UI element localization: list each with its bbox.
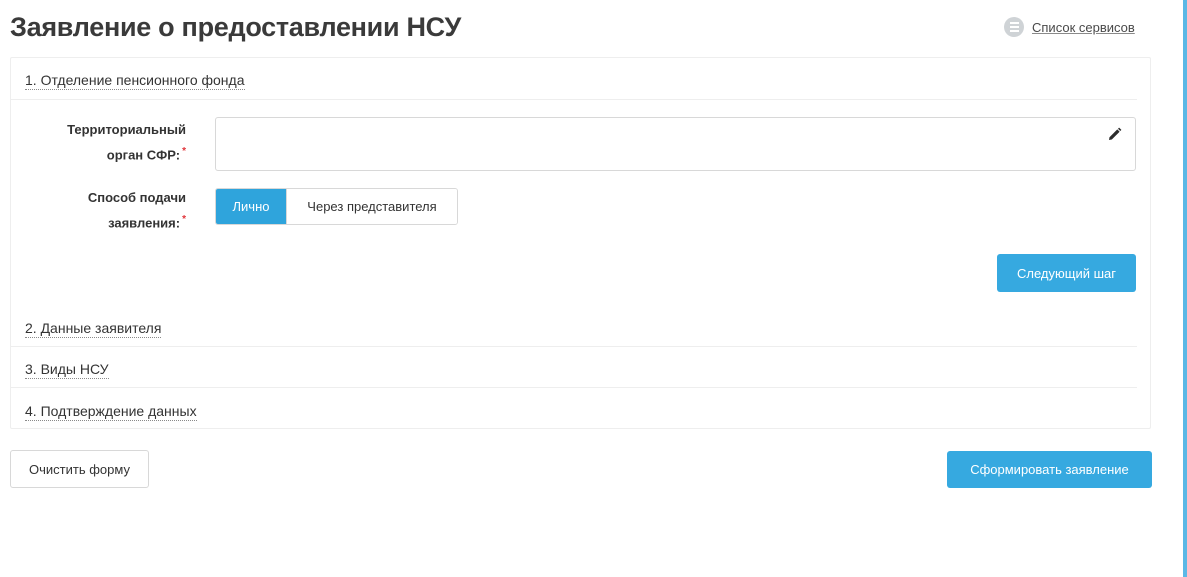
- option-in-person[interactable]: Лично: [216, 189, 286, 224]
- next-step-button[interactable]: Следующий шаг: [997, 254, 1136, 292]
- territory-label-line2: орган СФР:: [106, 147, 181, 163]
- section-header-applicant-data[interactable]: 2. Данные заявителя: [25, 319, 162, 338]
- section-header-pension-office[interactable]: 1. Отделение пенсионного фонда: [25, 71, 245, 90]
- right-edge-bar: [1183, 0, 1187, 577]
- page-title: Заявление о предоставлении НСУ: [10, 12, 462, 42]
- list-icon: [1004, 17, 1024, 37]
- pencil-icon[interactable]: [1105, 126, 1123, 144]
- territory-input[interactable]: [215, 117, 1136, 171]
- required-marker: *: [182, 214, 186, 225]
- submission-label-line2: заявления:: [108, 215, 181, 231]
- section-divider: [11, 99, 1137, 100]
- section-header-data-confirmation[interactable]: 4. Подтверждение данных: [25, 402, 197, 421]
- submission-method-toggle: Лично Через представителя: [215, 188, 458, 225]
- section-header-nsu-types[interactable]: 3. Виды НСУ: [25, 360, 109, 379]
- section-divider: [11, 346, 1137, 347]
- territory-label-line1: Территориальный: [67, 122, 186, 137]
- territory-label: Территориальный орган СФР: *: [11, 119, 186, 166]
- generate-application-button[interactable]: Сформировать заявление: [947, 451, 1152, 488]
- required-marker: *: [182, 146, 186, 157]
- submission-label: Способ подачи заявления: *: [11, 187, 186, 234]
- clear-form-button[interactable]: Очистить форму: [10, 450, 149, 488]
- submission-label-line1: Способ подачи: [87, 190, 186, 205]
- form-panel: [10, 57, 1151, 429]
- services-list-label: Список сервисов: [1032, 19, 1135, 35]
- services-list-link[interactable]: Список сервисов: [1004, 17, 1135, 37]
- section-divider: [11, 387, 1137, 388]
- option-via-representative[interactable]: Через представителя: [286, 189, 457, 224]
